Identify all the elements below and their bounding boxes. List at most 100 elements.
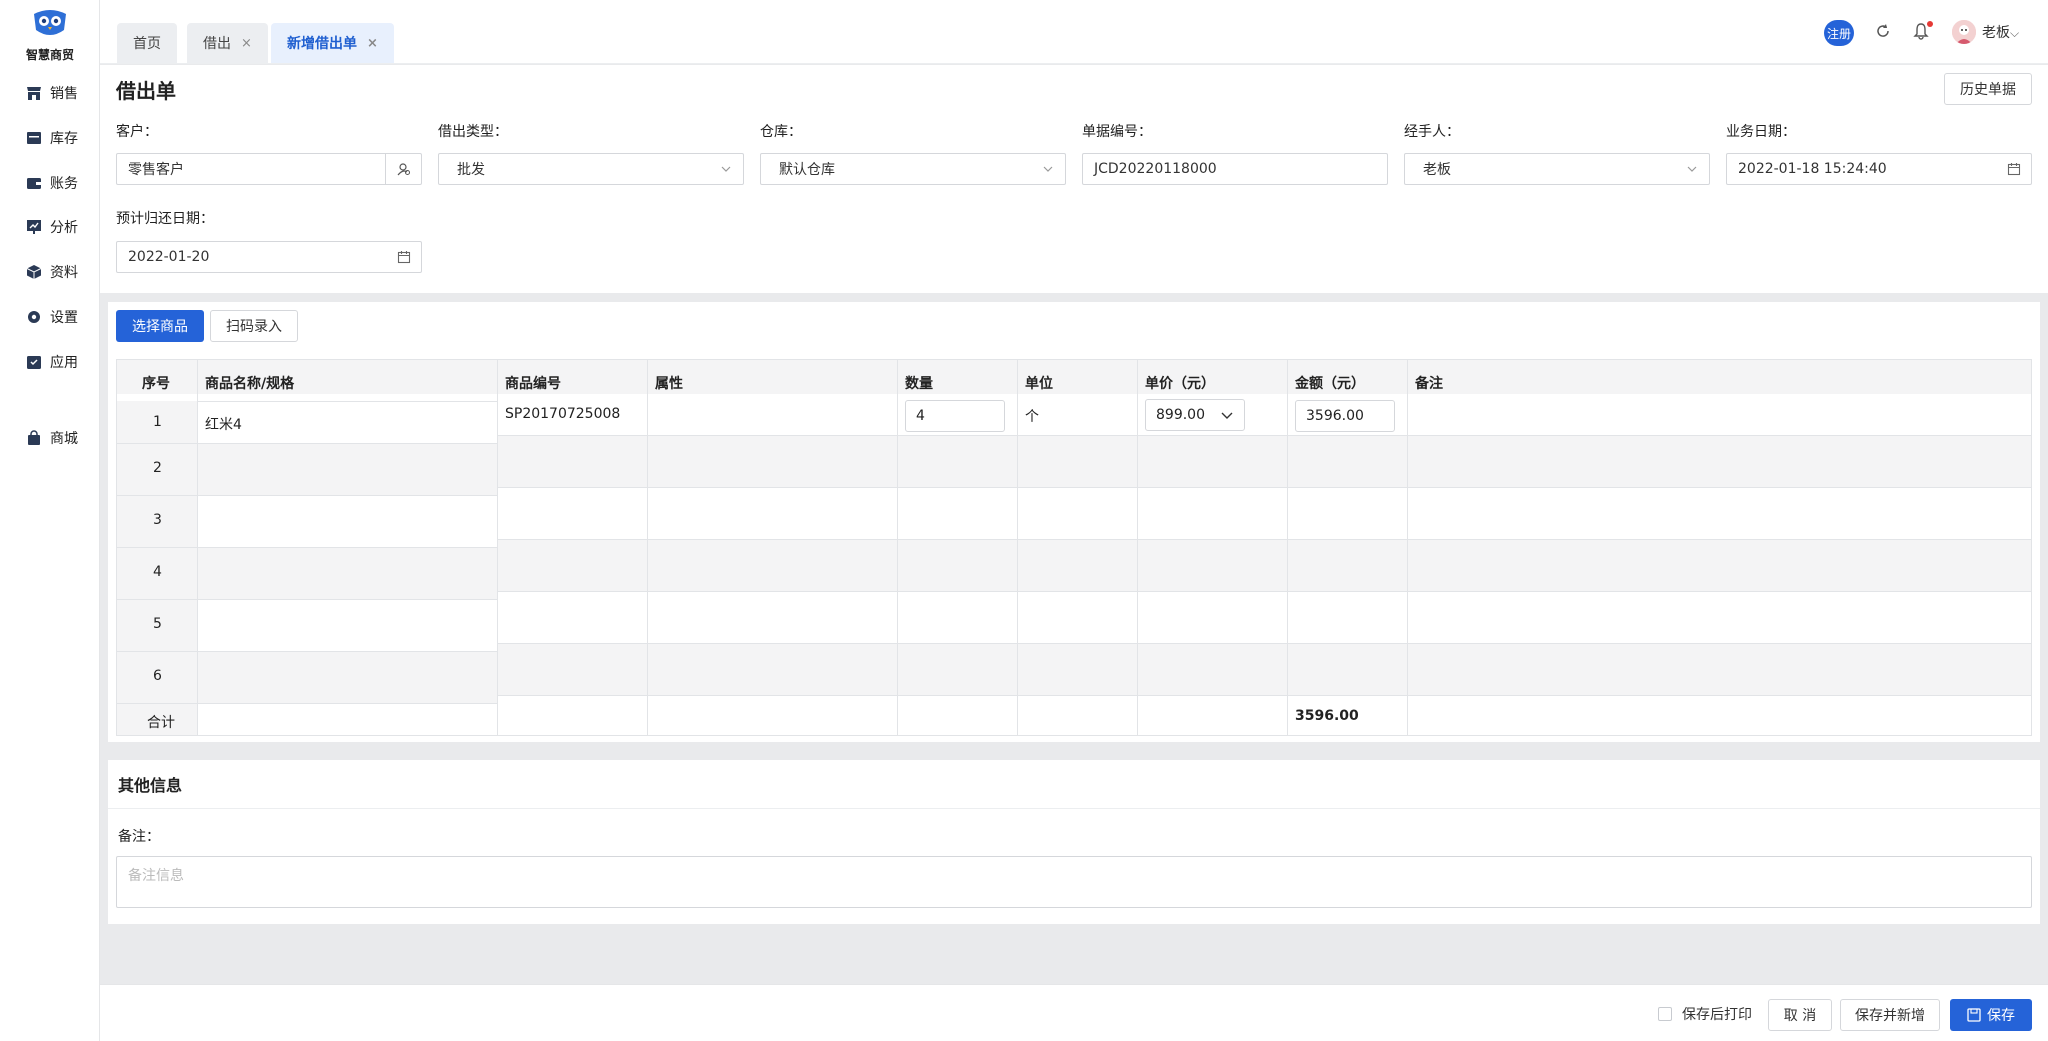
wallet-icon — [27, 178, 41, 189]
notification-dot — [1927, 21, 1933, 27]
close-icon[interactable]: × — [241, 36, 252, 51]
divider — [108, 808, 2040, 809]
customer-label: 客户： — [116, 124, 158, 140]
sidebar-item-label: 设置 — [50, 310, 78, 326]
sidebar-item-label: 账务 — [50, 176, 78, 192]
col-divider — [1407, 360, 1408, 735]
row-index: 1 — [153, 414, 162, 430]
avatar[interactable] — [1952, 20, 1976, 44]
chart-icon — [27, 220, 41, 234]
warehouse-select[interactable]: 默认仓库 — [760, 153, 1066, 185]
row1-unit: 个 — [1025, 409, 1039, 425]
print-after-save-label[interactable]: 保存后打印 — [1682, 1004, 1752, 1024]
sidebar-item-label: 资料 — [50, 265, 78, 281]
handler-select[interactable]: 老板 — [1404, 153, 1710, 185]
col-header-index: 序号 — [142, 376, 170, 392]
return-date-picker[interactable]: 2022-01-20 — [116, 241, 422, 273]
row1-qty-input[interactable]: 4 — [905, 400, 1005, 432]
sidebar-item-sales[interactable]: 销售 — [0, 78, 100, 108]
warehouse-value: 默认仓库 — [779, 162, 835, 178]
other-info-title: 其他信息 — [118, 776, 183, 795]
customer-value: 零售客户 — [128, 162, 184, 178]
user-menu[interactable]: 老板⌵ — [1982, 22, 2019, 42]
biz-date-value: 2022-01-18 15:24:40 — [1738, 161, 1887, 177]
sidebar-item-analysis[interactable]: 分析 — [0, 212, 100, 242]
owl-logo-icon — [34, 10, 66, 35]
chevron-down-icon — [721, 166, 731, 172]
save-button[interactable]: 保存 — [1950, 999, 2032, 1031]
sidebar-item-apps[interactable]: 应用 — [0, 347, 100, 377]
col-divider — [497, 360, 498, 735]
sidebar: 智慧商贸 销售 库存 账务 分析 资料 设置 应用 商城 — [0, 0, 100, 1041]
sidebar-item-label: 商城 — [50, 431, 78, 447]
remark-textarea[interactable]: 备注信息 — [116, 856, 2032, 908]
row-index: 3 — [153, 512, 162, 528]
save-icon — [1967, 1008, 1981, 1022]
row1-amount-input[interactable]: 3596.00 — [1295, 400, 1395, 432]
sidebar-item-label: 销售 — [50, 86, 78, 102]
tab-label: 新增借出单 — [287, 36, 357, 52]
scan-entry-button[interactable]: 扫码录入 — [210, 310, 298, 342]
handler-label: 经手人： — [1404, 124, 1460, 140]
page-title: 借出单 — [116, 79, 176, 103]
row-divider — [117, 599, 497, 600]
row-index: 4 — [153, 564, 162, 580]
select-goods-button[interactable]: 选择商品 — [116, 310, 204, 342]
biz-date-picker[interactable]: 2022-01-18 15:24:40 — [1726, 153, 2032, 185]
table-row-stripe — [497, 435, 2031, 487]
row-divider — [117, 443, 497, 444]
app-logo[interactable]: 智慧商贸 — [0, 8, 100, 63]
col-divider — [1287, 360, 1288, 735]
row-index: 2 — [153, 460, 162, 476]
refresh-icon[interactable] — [1874, 22, 1892, 40]
row1-qty-value: 4 — [916, 408, 925, 424]
col-divider — [647, 360, 648, 735]
calendar-icon — [2007, 163, 2021, 176]
customer-picker-button[interactable] — [385, 154, 421, 184]
row1-goods-name[interactable]: 红米4 — [205, 414, 242, 434]
row-divider — [117, 495, 497, 496]
col-header-code: 商品编号 — [505, 376, 561, 392]
col-divider — [1137, 360, 1138, 735]
register-badge[interactable]: 注册 — [1824, 20, 1854, 46]
sidebar-item-label: 应用 — [50, 355, 78, 371]
chevron-down-icon — [1043, 166, 1053, 172]
row-divider — [497, 435, 2031, 436]
loan-type-select[interactable]: 批发 — [438, 153, 744, 185]
customer-field[interactable]: 零售客户 — [116, 153, 422, 185]
print-after-save-checkbox[interactable] — [1658, 1007, 1672, 1021]
row1-amount-value: 3596.00 — [1306, 408, 1364, 424]
sidebar-item-inventory[interactable]: 库存 — [0, 123, 100, 153]
close-icon[interactable]: × — [367, 36, 378, 51]
chevron-down-icon — [1687, 166, 1697, 172]
col-header-name: 商品名称/规格 — [205, 376, 295, 392]
doc-no-input[interactable]: JCD20220118000 — [1082, 153, 1388, 185]
sidebar-item-settings[interactable]: 设置 — [0, 302, 100, 332]
tab-home[interactable]: 首页 — [117, 23, 177, 63]
chevron-down-icon — [1221, 412, 1233, 419]
doc-no-value: JCD20220118000 — [1094, 161, 1217, 177]
cancel-button[interactable]: 取 消 — [1768, 999, 1832, 1031]
footer-bar: 保存后打印 取 消 保存并新增 保存 — [100, 984, 2048, 1041]
sidebar-item-mall[interactable]: 商城 — [0, 423, 100, 453]
sidebar-item-label: 库存 — [50, 131, 78, 147]
row-index: 5 — [153, 616, 162, 632]
user-search-icon — [397, 163, 410, 176]
history-button[interactable]: 历史单据 — [1944, 73, 2032, 105]
app-icon — [27, 356, 41, 369]
tab-label: 借出 — [203, 36, 231, 52]
loan-type-value: 批发 — [457, 162, 485, 178]
return-date-value: 2022-01-20 — [128, 249, 210, 265]
bag-icon — [28, 430, 40, 445]
biz-date-label: 业务日期： — [1726, 124, 1796, 140]
tab-loan[interactable]: 借出 × — [187, 23, 268, 63]
return-date-label: 预计归还日期： — [116, 211, 214, 227]
sidebar-item-accounts[interactable]: 账务 — [0, 168, 100, 198]
row1-price-select[interactable]: 899.00 — [1145, 399, 1245, 431]
goods-section: 选择商品 扫码录入 序号 商品名称/规格 商品编号 属性 数量 单位 单价（元）… — [108, 302, 2040, 742]
sidebar-item-data[interactable]: 资料 — [0, 257, 100, 287]
handler-value: 老板 — [1423, 162, 1451, 178]
row-divider — [497, 695, 2031, 696]
save-and-new-button[interactable]: 保存并新增 — [1840, 999, 1940, 1031]
tab-new-loan[interactable]: 新增借出单 × — [271, 23, 394, 63]
